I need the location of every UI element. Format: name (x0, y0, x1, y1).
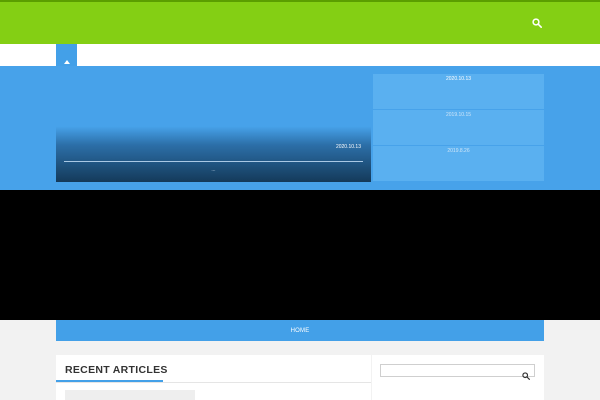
chevron-up-icon (63, 60, 70, 64)
side-post-date: 2019.10.15 (445, 112, 472, 118)
search-icon (522, 372, 530, 380)
header-strip (0, 44, 600, 66)
search-icon (532, 18, 542, 28)
side-post-date: 2020.10.13 (445, 76, 472, 82)
featured-more: ... (211, 167, 216, 173)
featured-post[interactable]: 2020.10.13 ... (56, 66, 371, 182)
header-search-button[interactable] (529, 15, 545, 31)
page: 2020.10.13 ... 2020.10.13 2019.10.15 201… (0, 0, 600, 400)
recent-articles-heading: RECENT ARTICLES (65, 364, 168, 376)
side-post-date: 2019.8.26 (447, 148, 470, 154)
media-band (0, 190, 600, 320)
main-nav: HOME (56, 320, 544, 341)
side-post[interactable]: 2020.10.13 (373, 74, 544, 109)
site-header (0, 0, 600, 44)
scroll-up-tab[interactable] (56, 44, 77, 66)
side-post[interactable]: 2019.8.26 (373, 146, 544, 181)
sidebar-search-button[interactable] (522, 367, 531, 380)
featured-overlay (56, 66, 371, 182)
recent-articles-panel: RECENT ARTICLES (56, 355, 371, 400)
featured-date: 2020.10.13 (335, 144, 361, 150)
sidebar-search-box (380, 364, 535, 380)
nav-item-home[interactable]: HOME (291, 328, 310, 334)
heading-rule (56, 382, 371, 383)
heading-underline (56, 380, 163, 382)
sidebar-panel (372, 355, 544, 400)
search-input[interactable] (383, 366, 513, 375)
side-post[interactable]: 2019.10.15 (373, 110, 544, 145)
featured-divider (64, 161, 363, 162)
article-thumbnail[interactable] (65, 390, 195, 400)
